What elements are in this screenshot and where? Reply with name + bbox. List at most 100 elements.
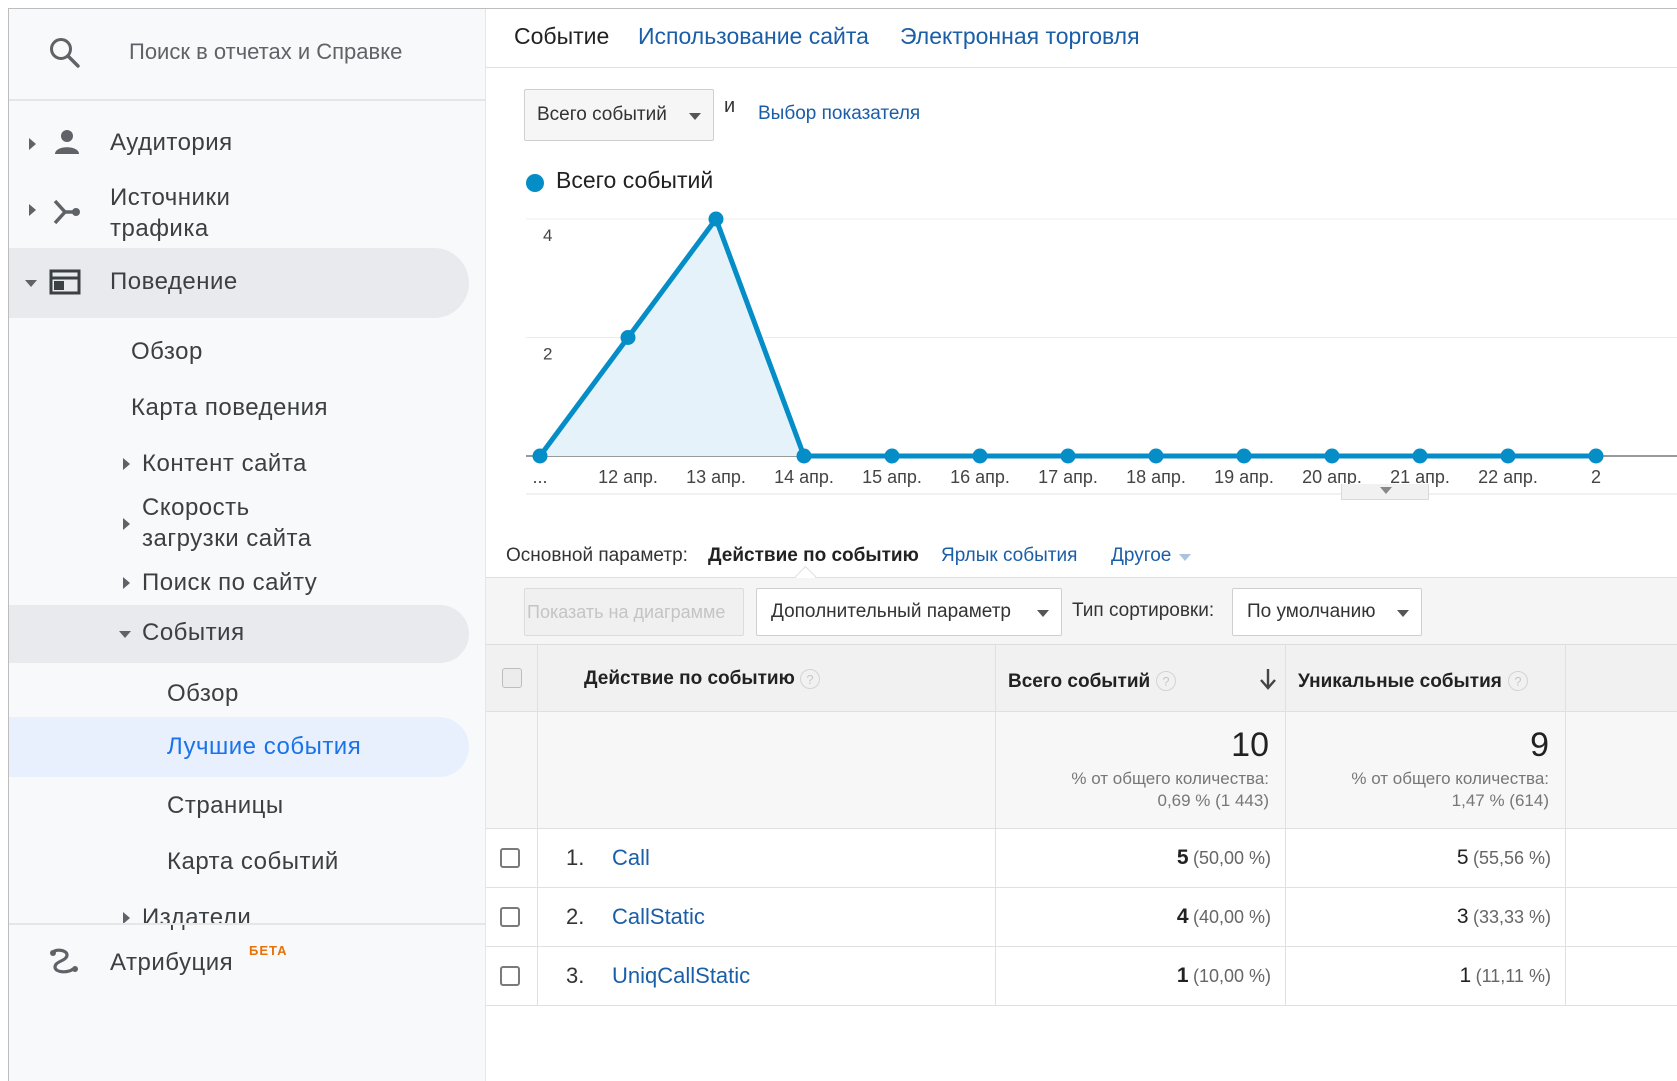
search-input[interactable]: Поиск в отчетах и Справке	[129, 39, 429, 65]
chart-collapse-handle[interactable]	[1341, 484, 1429, 500]
tab-ecommerce[interactable]: Электронная торговля	[900, 23, 1140, 50]
row-checkbox[interactable]	[500, 848, 520, 868]
help-icon[interactable]: ?	[800, 669, 820, 689]
chart-data-point[interactable]	[1236, 448, 1252, 464]
row-checkbox[interactable]	[500, 907, 520, 927]
legend-dot-icon	[526, 174, 544, 192]
chart-data-point[interactable]	[1060, 448, 1076, 464]
expand-right-icon[interactable]	[123, 518, 130, 530]
header-unique-cell[interactable]: Уникальные события ?	[1286, 645, 1566, 711]
person-icon	[55, 130, 79, 154]
traffic-source-icon	[53, 199, 80, 225]
main-content: Событие Использование сайта Электронная …	[486, 9, 1677, 1081]
sidebar-item-label: Поиск по сайту	[142, 569, 318, 596]
value-number: 3	[1456, 905, 1469, 928]
header-action-cell[interactable]: Действие по событию ?	[538, 645, 996, 711]
select-all-checkbox[interactable]	[502, 668, 522, 688]
event-action-link[interactable]: CallStatic	[612, 904, 705, 930]
x-tick-label: 12 апр.	[598, 467, 658, 487]
help-icon[interactable]: ?	[1508, 671, 1528, 691]
sort-descending-icon[interactable]	[1258, 667, 1278, 691]
chart-data-point[interactable]	[1148, 448, 1164, 464]
event-action-link[interactable]: Call	[612, 845, 650, 871]
chart-data-point[interactable]	[796, 448, 812, 464]
chart-data-point[interactable]	[1324, 448, 1340, 464]
tab-site-usage[interactable]: Использование сайта	[638, 23, 869, 50]
sidebar-item-site-content[interactable]: Контент сайта	[9, 439, 485, 489]
sidebar-item-events-flow[interactable]: Карта событий	[9, 837, 485, 887]
unique-events-value: 3 (33,33 %)	[1457, 905, 1551, 929]
tab-event[interactable]: Событие	[514, 23, 609, 50]
metric-picker-link[interactable]: Выбор показателя	[758, 103, 920, 125]
expand-right-icon[interactable]	[123, 458, 130, 470]
unique-events-percent: % от общего количества: 1,47 % (614)	[1351, 768, 1549, 812]
primary-dimension-row: Основной параметр: Действие по событию Я…	[486, 537, 1677, 588]
sidebar-item-events-row[interactable]: События	[9, 605, 485, 663]
chevron-down-icon	[1179, 554, 1191, 561]
header-total-cell[interactable]: Всего событий ?	[996, 645, 1286, 711]
row-action-cell: 1. Call	[538, 829, 996, 887]
total-events-value: 5 (50,00 %)	[1177, 846, 1271, 870]
chart-data-point[interactable]	[884, 448, 900, 464]
chart-data-point[interactable]	[1412, 448, 1428, 464]
chart-data-point[interactable]	[1588, 448, 1604, 464]
sidebar-item-site-speed[interactable]: Скорость загрузки сайта	[9, 485, 485, 559]
sidebar-item-label: Карта событий	[167, 848, 339, 875]
expand-right-icon[interactable]	[29, 204, 36, 216]
sidebar-item-label: Аудитория	[110, 129, 233, 156]
collapse-down-icon[interactable]	[25, 280, 37, 287]
total-events-value: 4 (40,00 %)	[1177, 905, 1271, 929]
and-text: и	[724, 95, 736, 117]
sidebar-item-behavior-row[interactable]: Поведение	[9, 248, 485, 318]
chevron-down-icon	[689, 113, 701, 120]
row-checkbox[interactable]	[500, 966, 520, 986]
sidebar-item-behavior-flow[interactable]: Карта поведения	[9, 383, 485, 433]
search-row[interactable]: Поиск в отчетах и Справке	[9, 9, 485, 101]
table-toolbar: Показать на диаграмме Дополнительный пар…	[486, 578, 1677, 645]
metric-select[interactable]: Всего событий	[524, 89, 714, 141]
behavior-icon	[49, 269, 81, 295]
row-unique-cell: 3 (33,33 %)	[1286, 888, 1566, 946]
dimension-event-action[interactable]: Действие по событию	[708, 545, 919, 567]
unique-events-sum: 9	[1530, 726, 1549, 764]
sidebar-item-top-events-row[interactable]: Лучшие события	[9, 717, 485, 777]
sidebar-item-traffic-sources[interactable]: Источники трафика	[9, 177, 485, 251]
percent-value: 0,69 % (1 443)	[1157, 791, 1269, 810]
chart-data-point[interactable]	[532, 448, 548, 464]
sort-type-select[interactable]: По умолчанию	[1232, 588, 1422, 636]
sidebar-item-events-overview[interactable]: Обзор	[9, 669, 485, 719]
sidebar-item-pages[interactable]: Страницы	[9, 781, 485, 831]
row-total-cell: 1 (10,00 %)	[996, 947, 1286, 1005]
chart-data-point[interactable]	[972, 448, 988, 464]
plot-rows-button[interactable]: Показать на диаграмме	[524, 588, 744, 636]
help-icon[interactable]: ?	[1156, 671, 1176, 691]
sidebar-item-site-search[interactable]: Поиск по сайту	[9, 558, 485, 608]
total-events-value: 1 (10,00 %)	[1177, 964, 1271, 988]
sidebar-item-audience[interactable]: Аудитория	[9, 119, 485, 169]
secondary-dimension-select[interactable]: Дополнительный параметр	[756, 588, 1062, 636]
row-action-cell: 3. UniqCallStatic	[538, 947, 996, 1005]
sidebar-item-label: Карта поведения	[131, 394, 329, 421]
total-events-percent: % от общего количества: 0,69 % (1 443)	[1071, 768, 1269, 812]
value-percent: (33,33 %)	[1472, 907, 1551, 927]
dimension-other-dropdown[interactable]: Другое	[1111, 545, 1171, 567]
line-chart[interactable]: 24 ... 12 апр. 13 апр. 14 апр. 15 апр. 16 апр…	[486, 199, 1677, 509]
chart-data-point[interactable]	[708, 211, 724, 227]
row-total-cell: 4 (40,00 %)	[996, 888, 1286, 946]
dimension-event-label[interactable]: Ярлык события	[941, 545, 1077, 567]
explorer-tabs: Событие Использование сайта Электронная …	[486, 9, 1677, 68]
sidebar-item-label: Лучшие события	[167, 733, 362, 760]
search-icon[interactable]	[47, 35, 81, 69]
percent-label: % от общего количества:	[1071, 769, 1269, 788]
sidebar-item-attribution[interactable]: Атрибуция БЕТА	[9, 935, 485, 989]
chart-data-point[interactable]	[1500, 448, 1516, 464]
expand-right-icon[interactable]	[29, 138, 36, 150]
x-tick-label: 13 апр.	[686, 467, 746, 487]
percent-label: % от общего количества:	[1351, 769, 1549, 788]
collapse-down-icon[interactable]	[119, 631, 131, 638]
row-total-cell: 5 (50,00 %)	[996, 829, 1286, 887]
chart-data-point[interactable]	[620, 330, 636, 345]
expand-right-icon[interactable]	[123, 577, 130, 589]
event-action-link[interactable]: UniqCallStatic	[612, 963, 750, 989]
sidebar-item-overview[interactable]: Обзор	[9, 327, 485, 377]
